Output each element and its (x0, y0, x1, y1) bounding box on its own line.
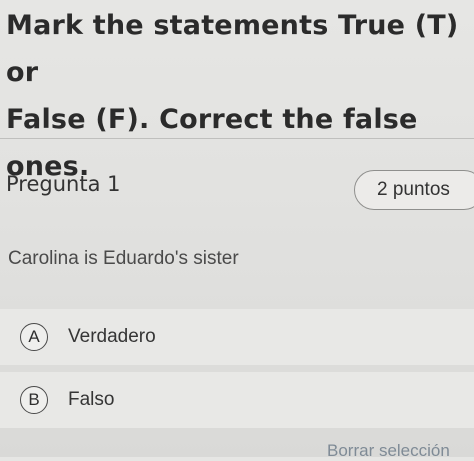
option-a[interactable]: A Verdadero (0, 309, 474, 365)
section-divider (0, 138, 474, 139)
instructions-heading: Mark the statements True (T) or False (F… (6, 2, 474, 190)
instructions-line-1: Mark the statements True (T) or (6, 10, 459, 88)
points-label: 2 puntos (377, 179, 450, 200)
question-title: Pregunta 1 (6, 172, 121, 196)
option-label-b: Falso (68, 389, 115, 410)
option-letter-b: B (20, 386, 48, 414)
option-label-a: Verdadero (68, 326, 156, 347)
points-badge: 2 puntos (354, 170, 474, 210)
option-b[interactable]: B Falso (0, 372, 474, 428)
clear-selection-link[interactable]: Borrar selección (327, 441, 450, 461)
question-text: Carolina is Eduardo's sister (8, 248, 239, 269)
option-letter-a: A (20, 323, 48, 351)
